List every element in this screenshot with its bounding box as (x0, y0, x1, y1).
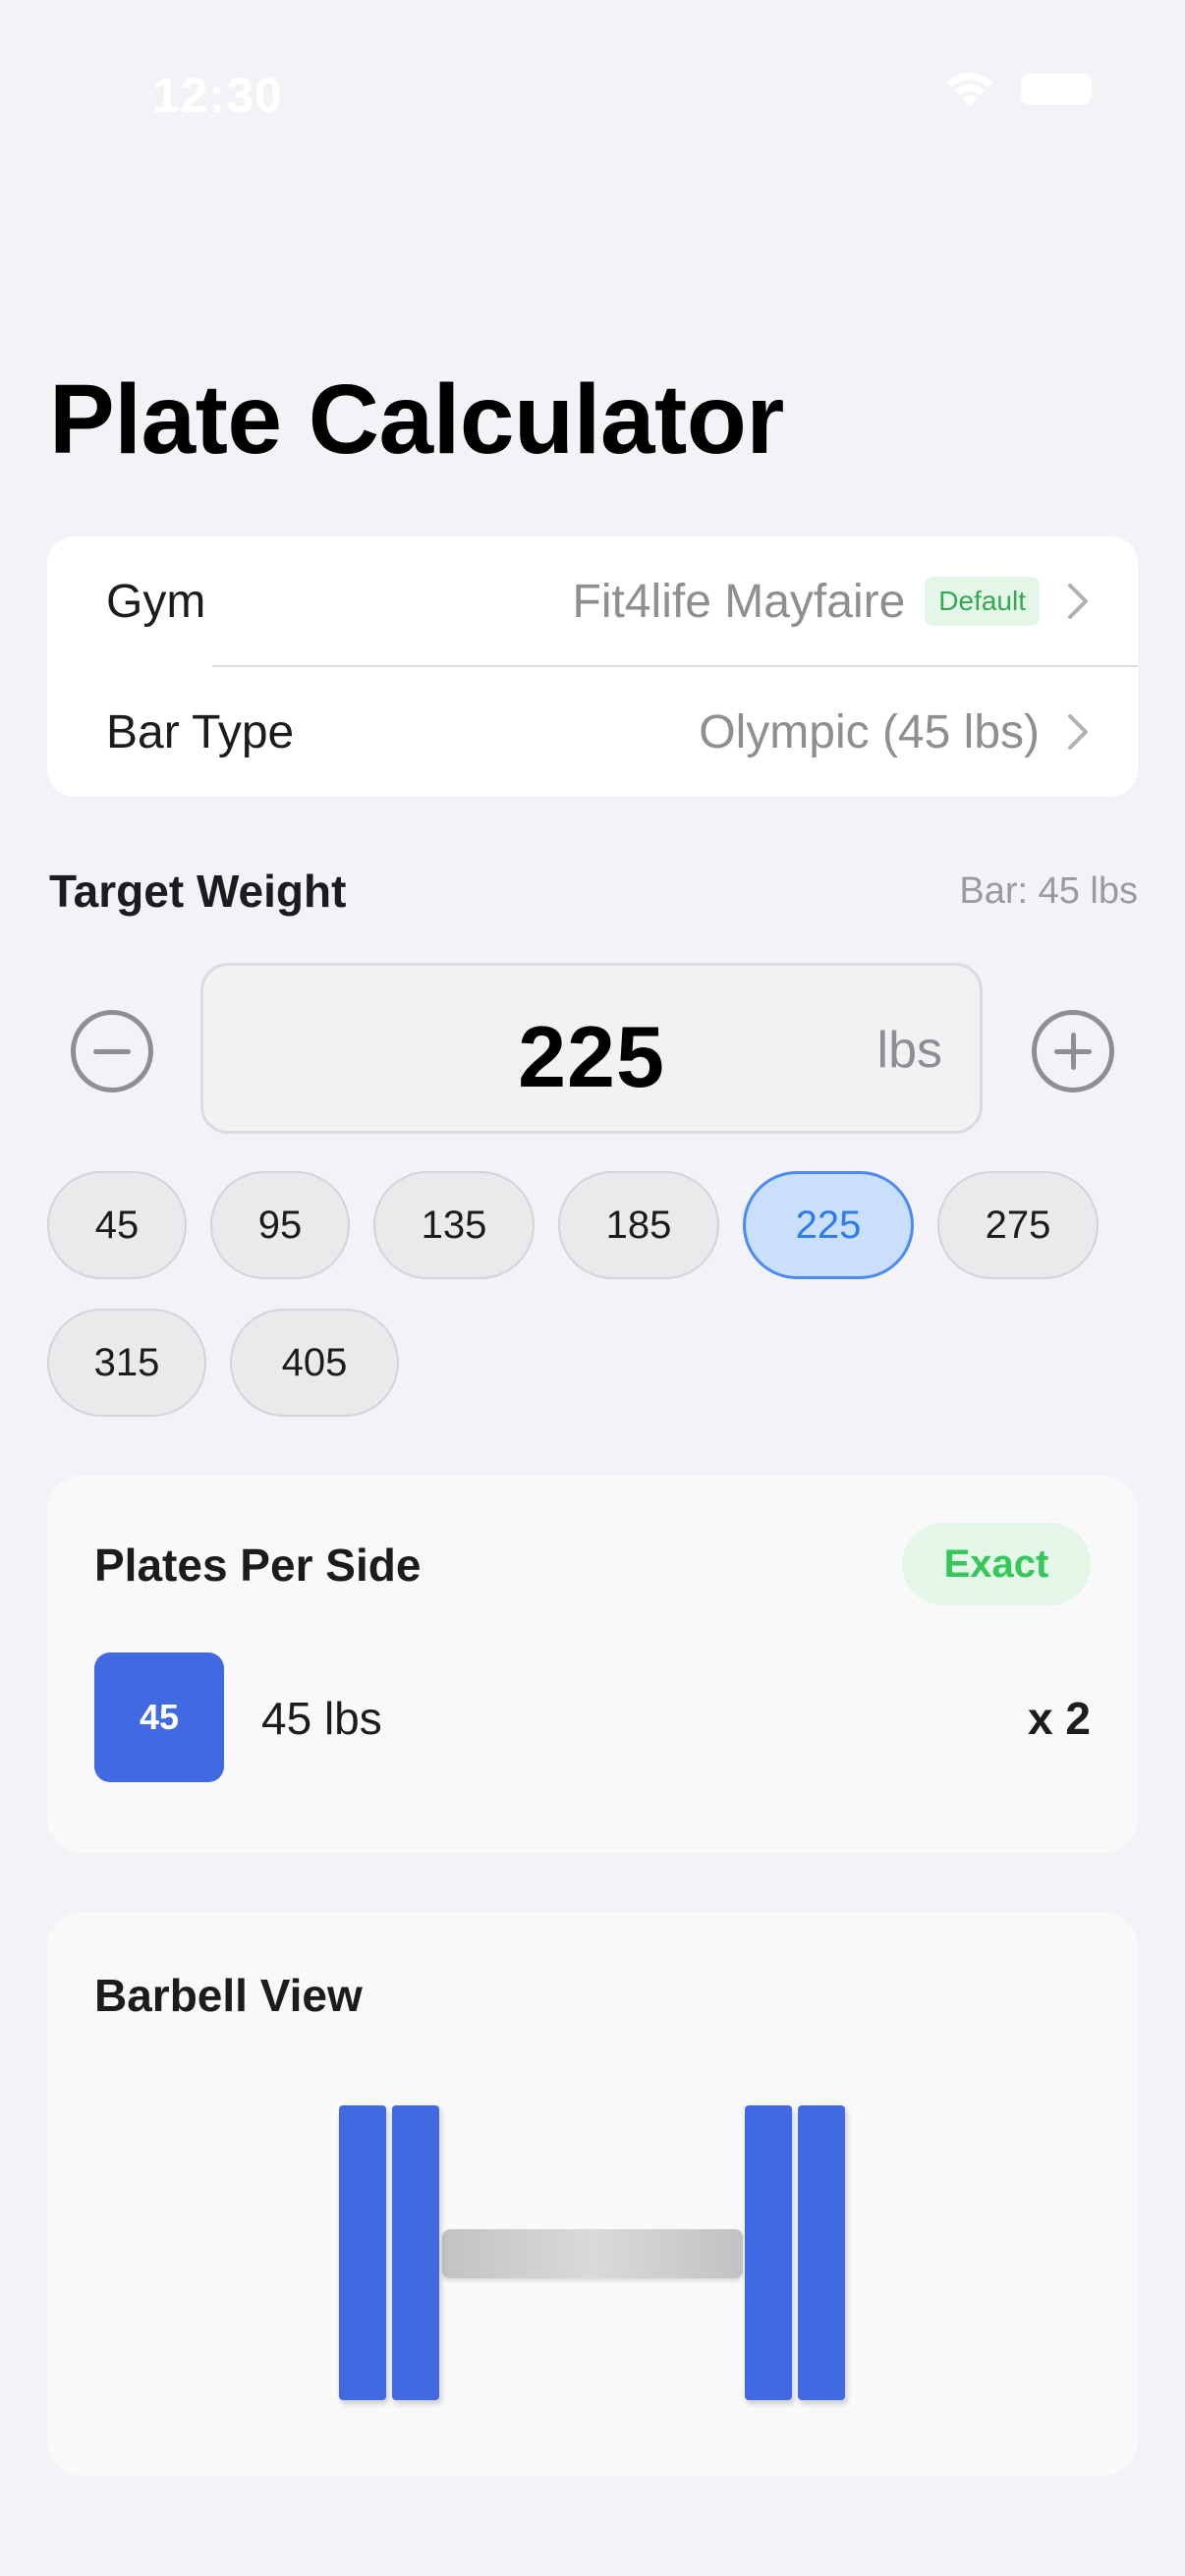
page-title: Plate Calculator (49, 364, 784, 475)
bar-type-row[interactable]: Bar Type Olympic (45 lbs) (47, 667, 1138, 797)
right-plate-outer (798, 2105, 845, 2400)
status-time: 12:30 (152, 68, 283, 123)
bar-weight-note: Bar: 45 lbs (959, 870, 1138, 912)
status-bar: 12:30 (0, 0, 1185, 187)
preset-chip-185[interactable]: 185 (558, 1171, 719, 1279)
plate-calculator-screen: 12:30 Plate Calculator Gym Fit4life Mayf… (0, 0, 1185, 2576)
plate-swatch-45: 45 (94, 1652, 224, 1782)
preset-chip-225[interactable]: 225 (743, 1171, 914, 1279)
left-plate-outer (339, 2105, 386, 2400)
preset-chip-315[interactable]: 315 (47, 1309, 206, 1417)
exact-status-badge: Exact (902, 1523, 1091, 1605)
battery-icon (1021, 74, 1092, 105)
barbell-view-card: Barbell View (47, 1912, 1138, 2476)
gym-value-group: Fit4life Mayfaire Default (573, 575, 1089, 629)
settings-group: Gym Fit4life Mayfaire Default Bar Type O… (47, 536, 1138, 797)
gym-label: Gym (106, 575, 206, 628)
weight-unit: lbs (876, 1022, 942, 1079)
preset-chip-95[interactable]: 95 (210, 1171, 350, 1279)
plates-per-side-card: Plates Per Side Exact 45 45 lbs x 2 (47, 1476, 1138, 1853)
chevron-right-icon (1068, 714, 1088, 750)
target-weight-value: 225 (518, 1008, 665, 1105)
barbell-view-title: Barbell View (94, 1970, 363, 2021)
status-indicators (944, 71, 1092, 108)
gym-row[interactable]: Gym Fit4life Mayfaire Default (47, 536, 1138, 666)
target-weight-label: Target Weight (49, 866, 347, 917)
preset-chip-405[interactable]: 405 (230, 1309, 399, 1417)
preset-chip-45[interactable]: 45 (47, 1171, 187, 1279)
chevron-right-icon (1068, 584, 1088, 619)
gym-value: Fit4life Mayfaire (572, 575, 906, 628)
bar-type-label: Bar Type (106, 705, 295, 758)
wifi-icon (944, 71, 995, 108)
preset-chip-275[interactable]: 275 (937, 1171, 1099, 1279)
preset-chip-135[interactable]: 135 (373, 1171, 535, 1279)
plate-count: x 2 (1028, 1693, 1091, 1744)
increment-weight-button[interactable] (1032, 1010, 1114, 1092)
plates-per-side-title: Plates Per Side (94, 1540, 422, 1591)
plate-description: 45 lbs (261, 1693, 382, 1744)
bar-type-value-group: Olympic (45 lbs) (699, 705, 1089, 759)
bar-type-value: Olympic (45 lbs) (699, 705, 1040, 758)
right-plate-inner (745, 2105, 792, 2400)
decrement-weight-button[interactable] (71, 1010, 153, 1092)
barbell-bar (442, 2229, 743, 2278)
default-badge: Default (925, 577, 1040, 626)
left-plate-inner (392, 2105, 439, 2400)
target-weight-field[interactable]: 225 lbs (200, 963, 983, 1134)
